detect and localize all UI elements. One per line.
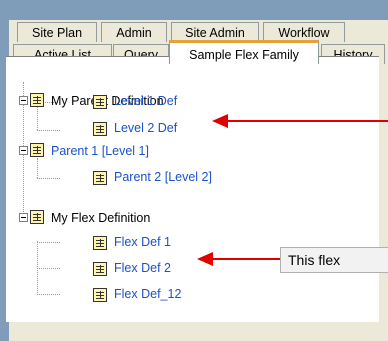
tab-site-admin[interactable]: Site Admin xyxy=(171,22,259,42)
collapse-toggle[interactable] xyxy=(19,96,28,105)
tree-connector xyxy=(37,268,60,269)
definition-icon xyxy=(93,288,107,302)
definition-icon xyxy=(93,171,107,185)
tab-site-plan[interactable]: Site Plan xyxy=(17,22,97,42)
tree-connector xyxy=(37,178,60,179)
definition-icon xyxy=(93,236,107,250)
collapse-toggle[interactable] xyxy=(19,213,28,222)
tree-item-parent-1[interactable]: Parent 1 [Level 1] xyxy=(51,142,149,160)
definition-icon xyxy=(30,143,44,157)
annotation-arrow-line xyxy=(211,258,281,260)
definition-icon xyxy=(93,122,107,136)
tree-connector xyxy=(37,294,60,295)
tree-item-level-2-def[interactable]: Level 2 Def xyxy=(114,119,177,137)
tab-admin[interactable]: Admin xyxy=(101,22,167,42)
collapse-toggle[interactable] xyxy=(19,146,28,155)
definition-icon xyxy=(93,95,107,109)
definition-icon xyxy=(93,262,107,276)
tree-item-level-1-def[interactable]: Level 1 Def xyxy=(114,92,177,110)
tab-workflow[interactable]: Workflow xyxy=(263,22,345,42)
tree-item-my-flex-definition[interactable]: My Flex Definition xyxy=(51,209,150,227)
definition-icon xyxy=(30,210,44,224)
tree-item-flex-def-12[interactable]: Flex Def_12 xyxy=(114,285,181,303)
definition-icon xyxy=(30,93,44,107)
tree-item-parent-2[interactable]: Parent 2 [Level 2] xyxy=(114,168,212,186)
tree-item-flex-def-2[interactable]: Flex Def 2 xyxy=(114,259,171,277)
annotation-callout: This flex xyxy=(280,247,388,273)
tree-connector xyxy=(37,158,38,178)
tree-item-flex-def-1[interactable]: Flex Def 1 xyxy=(114,233,171,251)
tree-connector xyxy=(37,242,60,243)
tree-connector xyxy=(37,130,60,131)
annotation-arrow-line xyxy=(226,120,388,122)
tab-sample-flex-family[interactable]: Sample Flex Family xyxy=(169,40,319,64)
